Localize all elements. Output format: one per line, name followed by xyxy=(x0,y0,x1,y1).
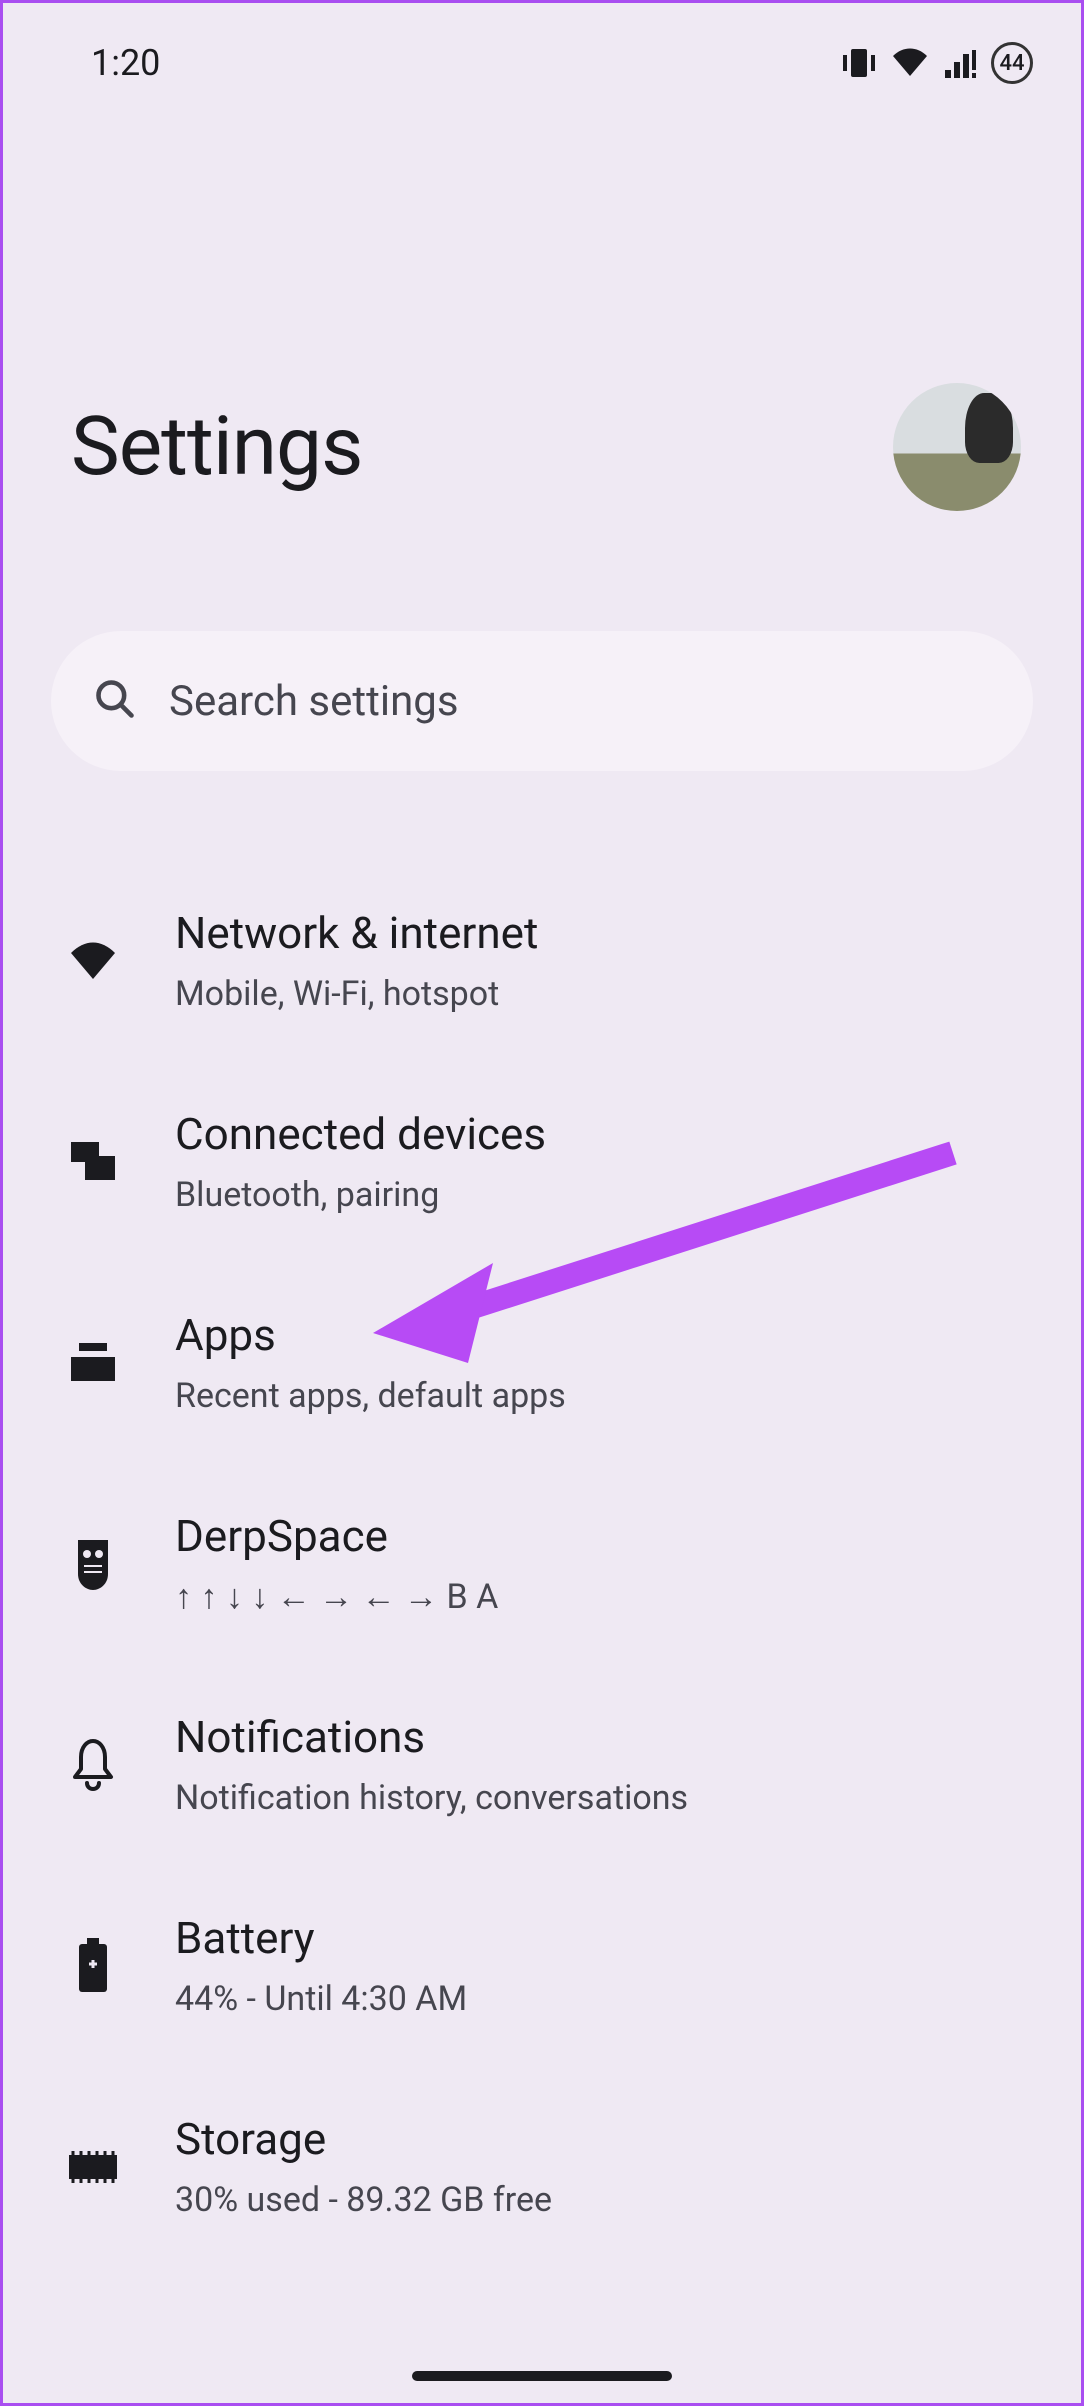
profile-avatar[interactable] xyxy=(893,383,1021,511)
item-storage[interactable]: Storage 30% used - 89.32 GB free xyxy=(51,2067,1033,2268)
battery-level-icon: 44 xyxy=(991,42,1033,84)
item-subtitle: Recent apps, default apps xyxy=(175,1374,566,1418)
item-apps[interactable]: Apps Recent apps, default apps xyxy=(51,1263,1033,1464)
devices-icon xyxy=(63,1132,123,1192)
item-derpspace[interactable]: DerpSpace ↑ ↑ ↓ ↓ ← → ← → B A xyxy=(51,1464,1033,1665)
item-title: Storage xyxy=(175,2113,552,2166)
item-title: Apps xyxy=(175,1309,566,1362)
item-title: Network & internet xyxy=(175,907,538,960)
vibrate-icon xyxy=(841,47,877,79)
item-title: Notifications xyxy=(175,1711,688,1764)
apps-icon xyxy=(63,1333,123,1393)
owl-icon xyxy=(63,1534,123,1594)
item-connected-devices[interactable]: Connected devices Bluetooth, pairing xyxy=(51,1062,1033,1263)
status-icons: 44 xyxy=(841,42,1033,84)
item-subtitle: ↑ ↑ ↓ ↓ ← → ← → B A xyxy=(175,1575,498,1619)
item-title: Battery xyxy=(175,1912,467,1965)
item-subtitle: Bluetooth, pairing xyxy=(175,1173,546,1217)
item-subtitle: 30% used - 89.32 GB free xyxy=(175,2178,552,2222)
item-battery[interactable]: Battery 44% - Until 4:30 AM xyxy=(51,1866,1033,2067)
item-network[interactable]: Network & internet Mobile, Wi-Fi, hotspo… xyxy=(51,861,1033,1062)
search-bar[interactable]: Search settings xyxy=(51,631,1033,771)
signal-icon xyxy=(943,48,977,78)
storage-icon xyxy=(63,2137,123,2197)
header: Settings xyxy=(3,93,1081,511)
battery-icon xyxy=(63,1936,123,1996)
wifi-icon xyxy=(891,48,929,78)
item-subtitle: 44% - Until 4:30 AM xyxy=(175,1977,467,2021)
status-bar: 1:20 44 xyxy=(3,3,1081,93)
item-title: DerpSpace xyxy=(175,1510,498,1563)
status-time: 1:20 xyxy=(91,42,160,84)
item-notifications[interactable]: Notifications Notification history, conv… xyxy=(51,1665,1033,1866)
search-placeholder: Search settings xyxy=(169,677,459,726)
bell-icon xyxy=(63,1735,123,1795)
item-subtitle: Notification history, conversations xyxy=(175,1776,688,1820)
page-title: Settings xyxy=(71,399,362,495)
item-title: Connected devices xyxy=(175,1108,546,1161)
settings-list: Network & internet Mobile, Wi-Fi, hotspo… xyxy=(3,861,1081,2268)
search-icon xyxy=(93,677,137,725)
wifi-icon xyxy=(63,931,123,991)
item-subtitle: Mobile, Wi-Fi, hotspot xyxy=(175,972,538,1016)
nav-bar-pill[interactable] xyxy=(412,2371,672,2381)
